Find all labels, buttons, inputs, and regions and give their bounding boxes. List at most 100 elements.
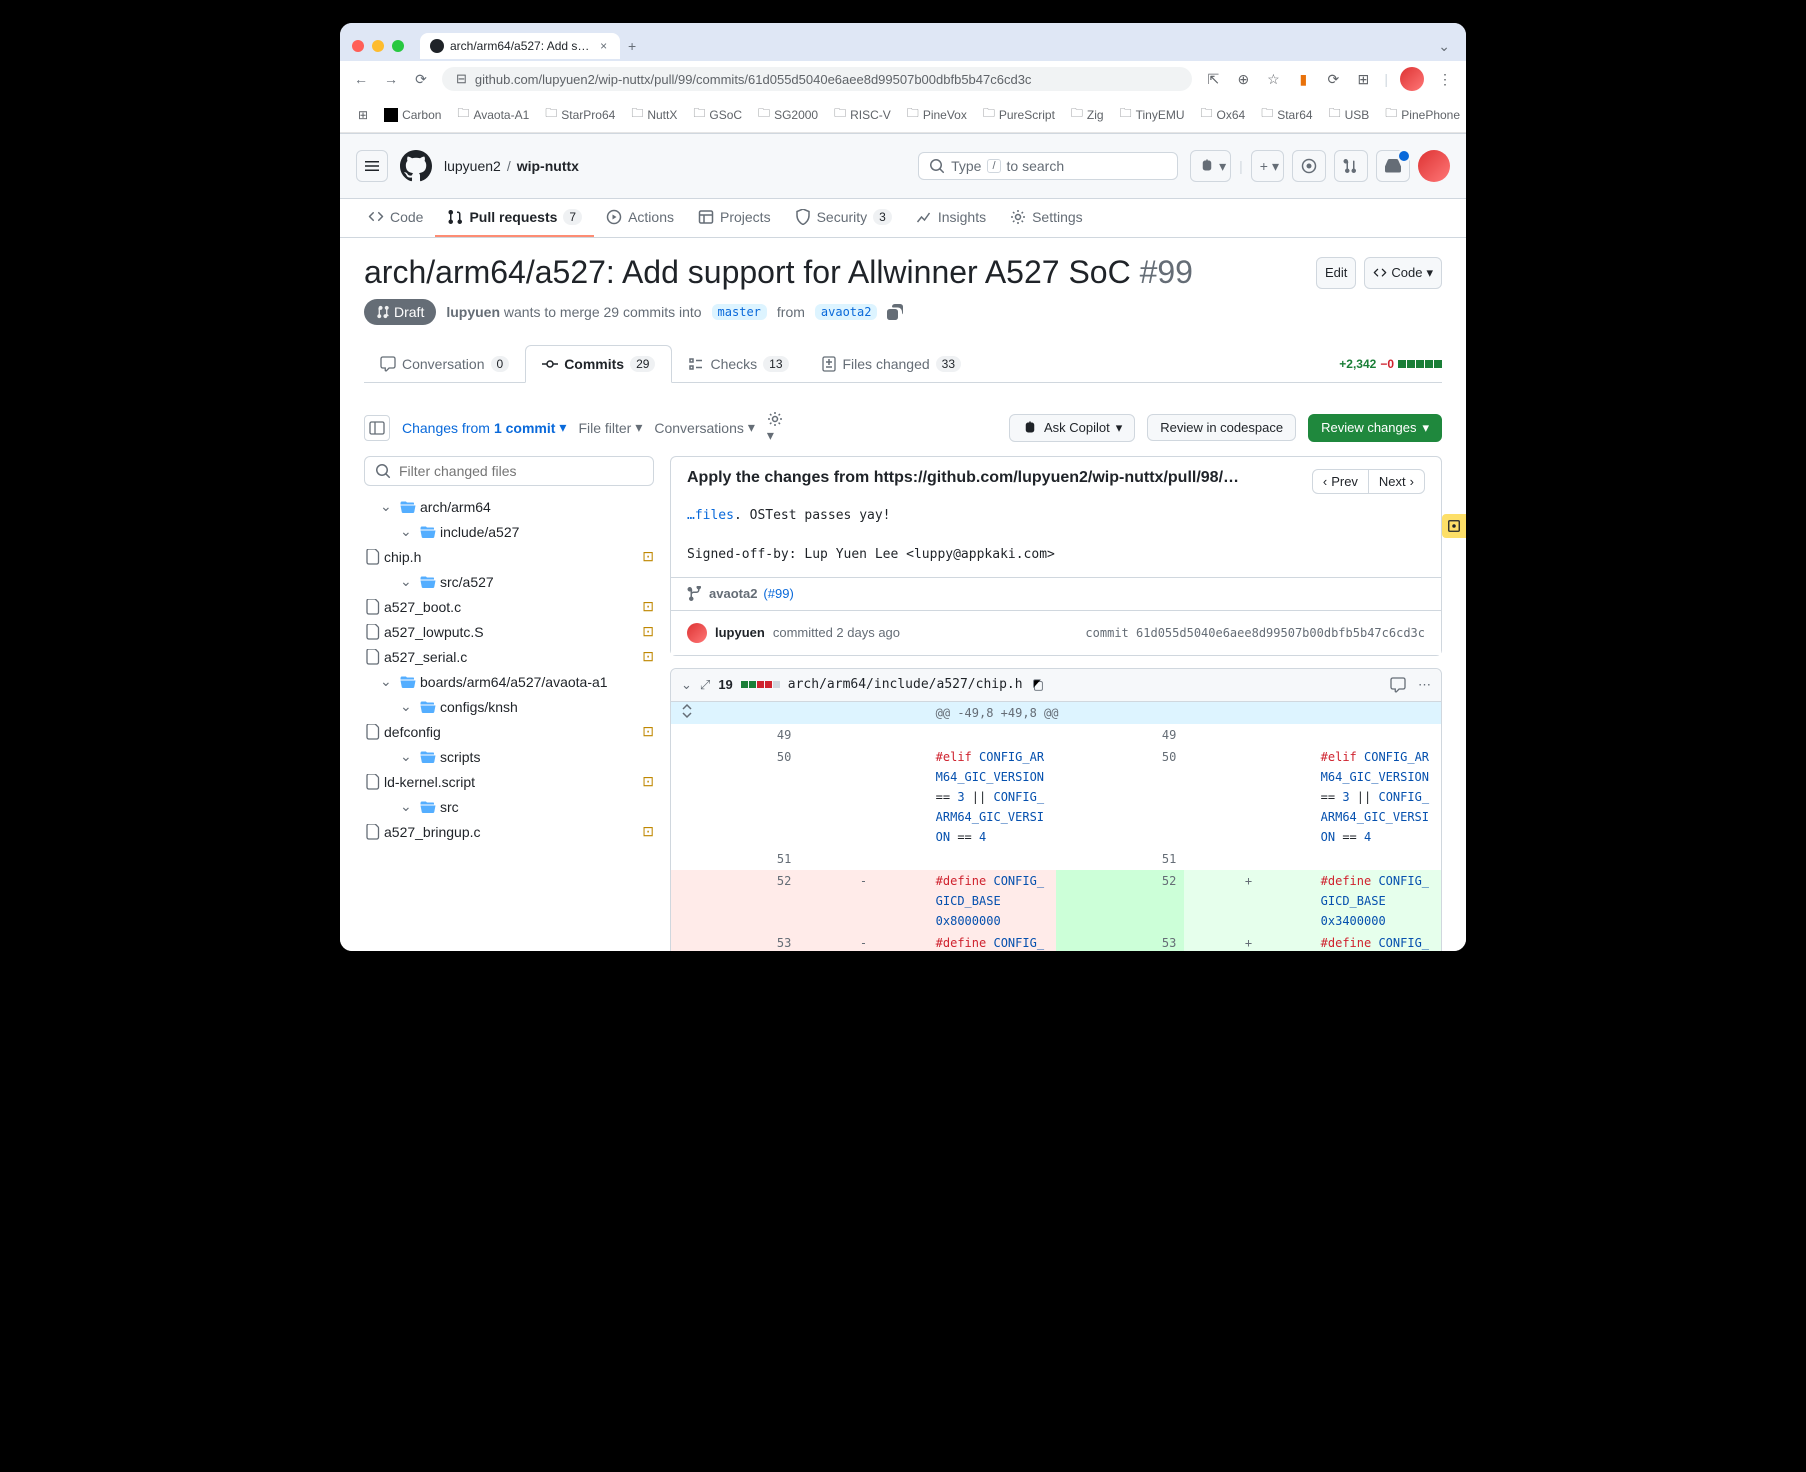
nav-security[interactable]: Security3 [783,199,904,237]
filter-files-box[interactable] [364,456,654,486]
maximize-window-icon[interactable] [392,40,404,52]
bookmark-starpro64[interactable]: 🗀StarPro64 [539,101,621,128]
apps-shortcut[interactable]: ⊞ [352,105,374,125]
new-tab-button[interactable]: + [628,38,636,54]
add-menu-button[interactable]: + ▾ [1251,150,1284,182]
owner-link[interactable]: lupyuen2 [444,158,501,174]
bookmark-avaota[interactable]: 🗀Avaota-A1 [451,101,535,128]
tree-file-defconfig[interactable]: defconfig⊡ [364,719,654,744]
pr-author-link[interactable]: lupyuen [446,304,500,320]
extensions-icon[interactable]: ⟳ [1324,71,1342,88]
old-line-number[interactable]: 49 [671,724,799,746]
old-line-number[interactable]: 52 [671,870,799,932]
commit-author-link[interactable]: lupyuen [715,625,765,640]
expand-all-icon[interactable]: ⤢ [700,677,710,693]
browser-menu-icon[interactable]: ⋮ [1436,71,1454,88]
tree-dir-src-a527[interactable]: ⌄src/a527 [364,569,654,594]
user-avatar[interactable] [1418,150,1450,182]
nav-actions[interactable]: Actions [594,199,686,237]
bookmark-pinephone[interactable]: 🗀PinePhone [1379,101,1466,128]
new-line-number[interactable]: 51 [1056,848,1184,870]
next-commit-button[interactable]: Next › [1369,470,1424,493]
browser-tab[interactable]: arch/arm64/a527: Add suppo × [420,33,620,59]
extension-icon[interactable]: ▮ [1294,71,1312,88]
notifications-button[interactable] [1376,150,1410,182]
new-line-number[interactable]: 53 [1056,932,1184,952]
tree-dir-scripts[interactable]: ⌄scripts [364,744,654,769]
copy-path-icon[interactable] [1031,678,1045,692]
bookmark-pinevox[interactable]: 🗀PineVox [901,101,973,128]
nav-settings[interactable]: Settings [998,199,1095,237]
github-logo-icon[interactable] [400,150,432,182]
bookmark-sg2000[interactable]: 🗀SG2000 [752,101,824,128]
new-line-number[interactable]: 52 [1056,870,1184,932]
bookmark-zig[interactable]: 🗀Zig [1065,101,1110,128]
tree-file-ld-script[interactable]: ld-kernel.script⊡ [364,769,654,794]
issues-button[interactable] [1292,150,1326,182]
bookmark-usb[interactable]: 🗀USB [1323,101,1376,128]
close-tab-icon[interactable]: × [597,39,610,53]
hamburger-menu-button[interactable] [356,150,388,182]
nav-projects[interactable]: Projects [686,199,783,237]
changes-from-dropdown[interactable]: Changes from 1 commit ▾ [402,419,566,436]
tree-file-lowputc[interactable]: a527_lowputc.S⊡ [364,619,654,644]
comment-file-icon[interactable] [1390,677,1406,693]
bookmark-carbon[interactable]: Carbon [378,105,447,125]
install-icon[interactable]: ⇱ [1204,71,1222,88]
diff-settings-dropdown[interactable]: ▾ [767,411,783,444]
old-line-number[interactable]: 51 [671,848,799,870]
review-codespace-button[interactable]: Review in codespace [1147,414,1296,441]
tab-checks[interactable]: Checks13 [672,345,804,382]
base-branch[interactable]: master [712,304,767,320]
nav-pull-requests[interactable]: Pull requests7 [435,199,594,237]
search-input[interactable]: Type / to search [918,152,1178,180]
repo-link[interactable]: wip-nuttx [517,158,579,174]
bookmark-ox64[interactable]: 🗀Ox64 [1195,101,1252,128]
new-line-number[interactable]: 49 [1056,724,1184,746]
bookmark-gsoc[interactable]: 🗀GSoC [687,101,748,128]
file-menu-icon[interactable]: ⋯ [1418,677,1431,693]
tree-file-serial[interactable]: a527_serial.c⊡ [364,644,654,669]
prev-commit-button[interactable]: ‹ Prev [1313,470,1369,493]
tree-dir-boards[interactable]: ⌄boards/arm64/a527/avaota-a1 [364,669,654,694]
tree-dir-arch-arm64[interactable]: ⌄arch/arm64 [364,494,654,519]
code-button[interactable]: Code ▾ [1364,257,1442,289]
edit-button[interactable]: Edit [1316,257,1356,289]
copy-branch-icon[interactable] [887,304,903,320]
old-line-number[interactable]: 53 [671,932,799,952]
diff-file-path[interactable]: arch/arm64/include/a527/chip.h [788,677,1023,692]
extensions-puzzle-icon[interactable]: ⊞ [1354,71,1372,88]
traffic-lights[interactable] [352,40,404,52]
zoom-icon[interactable]: ⊕ [1234,71,1252,88]
filter-files-input[interactable] [399,463,643,479]
tab-overflow-icon[interactable]: ⌄ [1434,34,1454,59]
tab-conversation[interactable]: Conversation0 [364,345,525,382]
site-info-icon[interactable]: ⊟ [456,71,467,87]
minimize-window-icon[interactable] [372,40,384,52]
tab-commits[interactable]: Commits29 [525,345,672,383]
bookmark-purescript[interactable]: 🗀PureScript [977,101,1061,128]
commit-pr-link[interactable]: (#99) [763,586,793,601]
bookmark-riscv[interactable]: 🗀RISC-V [828,101,897,128]
tree-file-bringup[interactable]: a527_bringup.c⊡ [364,819,654,844]
old-line-number[interactable]: 50 [671,746,799,848]
address-bar[interactable]: ⊟ github.com/lupyuen2/wip-nuttx/pull/99/… [442,67,1192,91]
forward-button[interactable]: → [382,71,400,87]
file-filter-dropdown[interactable]: File filter ▾ [578,419,642,436]
reload-button[interactable]: ⟳ [412,71,430,88]
bookmark-star-icon[interactable]: ☆ [1264,71,1282,88]
nav-code[interactable]: Code [356,199,435,237]
collapse-file-icon[interactable]: ⌄ [681,677,692,693]
close-window-icon[interactable] [352,40,364,52]
commit-msg-link[interactable]: …files [687,508,734,523]
tree-dir-configs[interactable]: ⌄configs/knsh [364,694,654,719]
back-button[interactable]: ← [352,71,370,87]
tree-dir-src[interactable]: ⌄src [364,794,654,819]
tree-file-boot[interactable]: a527_boot.c⊡ [364,594,654,619]
commit-author-avatar[interactable] [687,623,707,643]
file-tree-toggle[interactable] [364,415,390,441]
bookmark-star64[interactable]: 🗀Star64 [1255,101,1318,128]
copilot-button[interactable]: ▾ [1190,150,1231,182]
review-changes-button[interactable]: Review changes ▾ [1308,414,1442,442]
tree-dir-include-a527[interactable]: ⌄include/a527 [364,519,654,544]
